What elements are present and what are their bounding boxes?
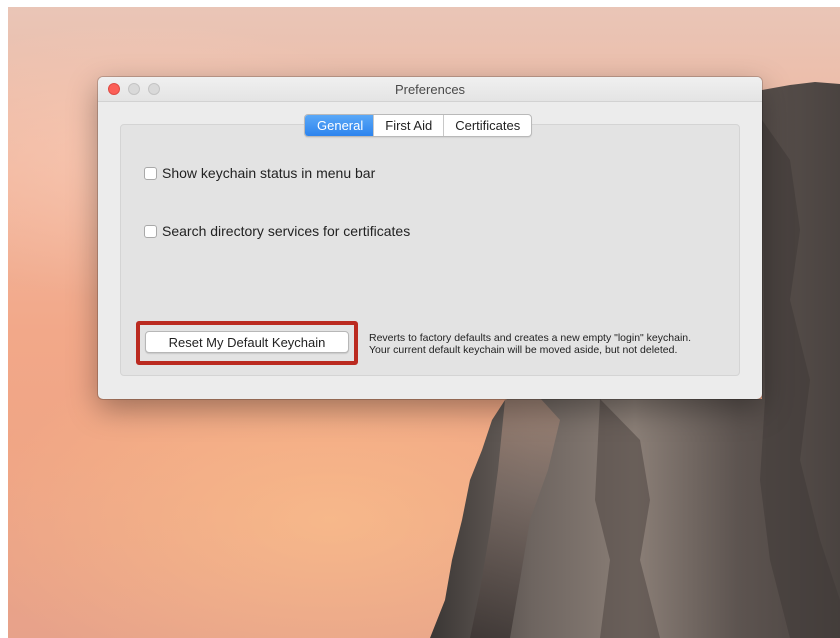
reset-keychain-button[interactable]: Reset My Default Keychain (145, 331, 349, 353)
tab-certificates[interactable]: Certificates (443, 115, 531, 136)
reset-description-line-1: Reverts to factory defaults and creates … (369, 332, 692, 344)
preferences-window: Preferences General First Aid Certificat… (98, 77, 762, 399)
tab-first-aid[interactable]: First Aid (373, 115, 443, 136)
search-directory-checkbox[interactable] (144, 224, 157, 238)
title-bar: Preferences (98, 77, 762, 102)
search-directory-label: Search directory services for certificat… (162, 223, 411, 239)
reset-description: Reverts to factory defaults and creates … (369, 332, 691, 356)
reset-description-line-2: Your current default keychain will be mo… (369, 344, 678, 356)
tab-general[interactable]: General (305, 115, 374, 136)
show-status-label: Show keychain status in menu bar (162, 165, 376, 181)
window-title: Preferences (394, 82, 466, 97)
desktop: Preferences General First Aid Certificat… (0, 0, 840, 638)
show-status-option[interactable]: Show keychain status in menu bar (144, 165, 375, 181)
search-directory-option[interactable]: Search directory services for certificat… (144, 223, 410, 239)
show-status-checkbox[interactable] (144, 166, 157, 180)
tab-bar: General First Aid Certificates (304, 114, 533, 137)
